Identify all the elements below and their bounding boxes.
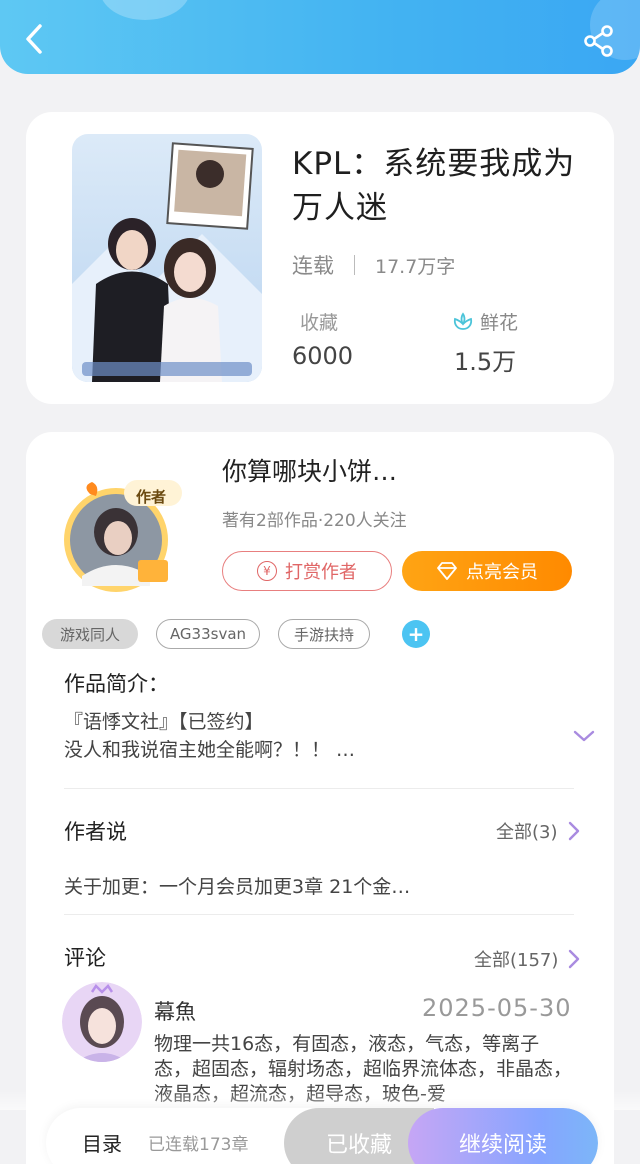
top-header: [0, 0, 640, 74]
comments-title: 评论: [64, 946, 106, 970]
serial-status: 连载: [292, 254, 334, 278]
collect-label: 收藏: [300, 312, 339, 334]
avatar: [64, 480, 182, 592]
comment-date: 2025-05-30: [422, 994, 572, 1022]
flower-icon: [453, 311, 473, 330]
tag-mobile-support[interactable]: 手游扶持: [278, 619, 370, 649]
author-name[interactable]: 你算哪块小饼…: [222, 452, 397, 488]
chevron-right-icon: [569, 949, 580, 969]
author-says-all-link[interactable]: 全部(3): [496, 818, 580, 844]
author-stats: 著有2部作品·220人关注: [222, 511, 407, 531]
share-button[interactable]: [582, 24, 616, 58]
bottom-fade: [0, 1090, 640, 1110]
author-badge: 作者: [136, 488, 167, 506]
comments-all-link[interactable]: 全部(157): [474, 946, 580, 972]
divider: [64, 788, 574, 789]
author-says-all-label: 全部(3): [496, 822, 558, 843]
flower-stat[interactable]: 鲜花: [452, 308, 518, 335]
back-button[interactable]: [20, 22, 50, 56]
intro-text[interactable]: 『语悸文社』【已签约】 没人和我说宿主她全能啊？！！ …: [64, 708, 544, 764]
comments-all-label: 全部(157): [474, 950, 559, 971]
chevron-down-icon[interactable]: [572, 728, 596, 744]
share-icon: [584, 25, 613, 57]
tip-author-label: 打赏作者: [285, 562, 357, 583]
intro-line: 没人和我说宿主她全能啊？！！ …: [64, 739, 356, 761]
vip-button[interactable]: 点亮会员: [402, 551, 572, 591]
commenter-avatar[interactable]: [62, 982, 142, 1062]
toc-button[interactable]: 目录: [82, 1128, 122, 1157]
author-card: 作者 你算哪块小饼… 著有2部作品·220人关注 ¥ 打赏作者 点亮会员 游戏同…: [26, 432, 614, 1164]
chevron-left-icon: [26, 24, 42, 54]
tag-ag33svan[interactable]: AG33svan: [156, 619, 260, 649]
add-tag-button[interactable]: +: [402, 620, 430, 648]
book-cover[interactable]: [72, 134, 262, 382]
chevron-right-icon: [568, 821, 579, 841]
flower-count: 1.5万: [454, 348, 517, 376]
plus-icon: +: [407, 622, 425, 646]
collect-count: 6000: [292, 342, 354, 370]
book-meta: 连载 17.7万字: [292, 250, 455, 280]
header-decoration: [100, 0, 190, 20]
vip-label: 点亮会员: [466, 562, 538, 583]
chapter-count: 已连载173章: [148, 1135, 249, 1155]
divider: [64, 914, 574, 915]
avatar: [62, 982, 142, 1062]
intro-title: 作品简介：: [64, 672, 169, 696]
divider: [354, 255, 355, 275]
tip-author-button[interactable]: ¥ 打赏作者: [222, 551, 392, 591]
diamond-icon: [437, 562, 457, 580]
book-title: KPL：系统要我成为万人迷: [292, 146, 576, 226]
author-avatar[interactable]: 作者: [52, 476, 190, 594]
continue-reading-button[interactable]: 继续阅读: [408, 1108, 598, 1164]
book-info-card: KPL：系统要我成为万人迷 连载 17.7万字 收藏 6000 鲜花 1.5万: [26, 112, 614, 404]
yen-coin-icon: ¥: [257, 561, 277, 581]
word-count: 17.7万字: [375, 255, 456, 278]
author-says-title: 作者说: [64, 820, 127, 844]
commenter-name[interactable]: 幕魚: [154, 996, 196, 1026]
author-says-text[interactable]: 关于加更：一个月会员加更3章 21个金…: [64, 872, 410, 899]
tag-game-fanfic[interactable]: 游戏同人: [42, 619, 138, 649]
book-cover-image: [72, 134, 262, 382]
intro-line: 『语悸文社』【已签约】: [64, 711, 264, 733]
flower-label: 鲜花: [480, 312, 519, 334]
bottom-action-bar: 目录 已连载173章 已收藏 继续阅读: [46, 1108, 598, 1164]
